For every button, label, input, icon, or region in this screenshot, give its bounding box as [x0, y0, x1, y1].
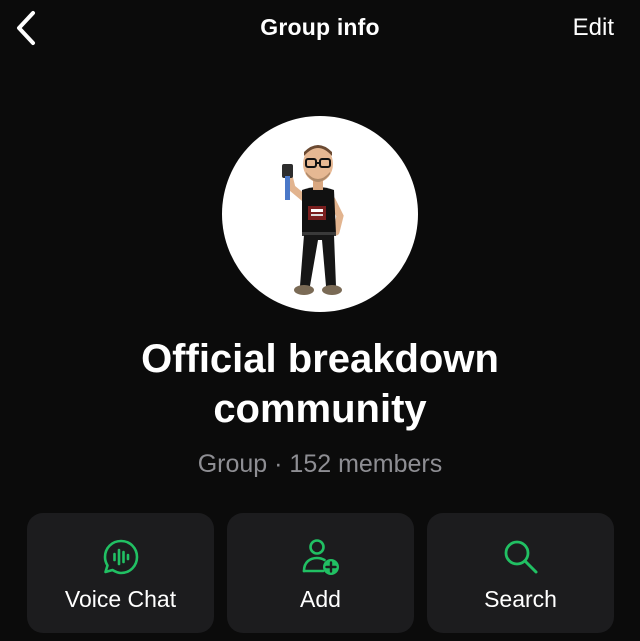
page-title: Group info: [260, 14, 380, 40]
group-name-line-1: Official breakdown: [141, 337, 499, 381]
add-label: Add: [300, 586, 341, 612]
search-button[interactable]: Search: [427, 513, 614, 633]
add-button[interactable]: Add: [227, 513, 414, 633]
voice-chat-button[interactable]: Voice Chat: [27, 513, 214, 633]
voice-chat-label: Voice Chat: [64, 586, 177, 612]
group-member-count: Group · 152 members: [197, 450, 443, 478]
avatar-illustration: [282, 145, 344, 295]
search-label: Search: [484, 586, 557, 612]
nav-bar: Group info Edit: [0, 0, 640, 58]
edit-button[interactable]: Edit: [573, 14, 614, 42]
group-name-line-2: community: [213, 387, 427, 431]
group-avatar[interactable]: [222, 116, 418, 312]
group-name: Official breakdown community: [0, 334, 640, 434]
search-icon: [504, 540, 537, 574]
voice-chat-icon: [103, 539, 138, 575]
add-person-icon: [302, 539, 339, 575]
